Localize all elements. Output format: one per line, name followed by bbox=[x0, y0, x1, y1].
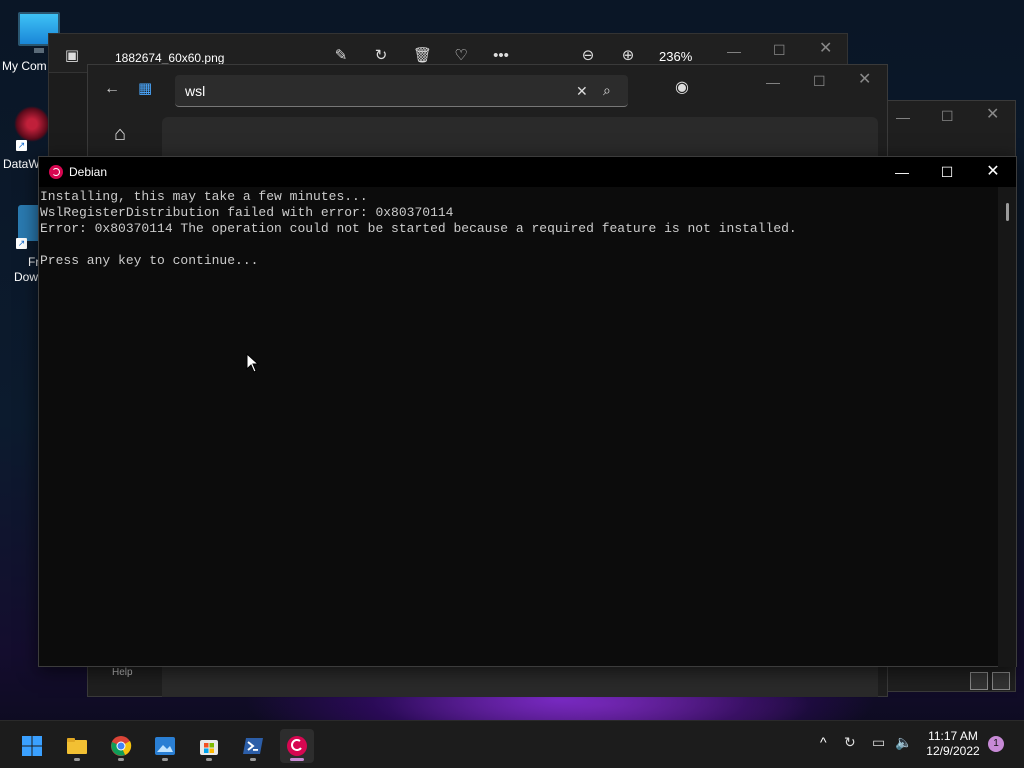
maximize-icon[interactable]: ☐ bbox=[773, 43, 786, 57]
close-icon[interactable]: ✕ bbox=[985, 164, 1001, 180]
taskbar-debian[interactable] bbox=[280, 729, 314, 763]
system-clock[interactable]: 11:17 AM 12/9/2022 bbox=[918, 729, 988, 759]
sync-icon[interactable]: ↻ bbox=[844, 734, 856, 751]
more-icon[interactable]: ••• bbox=[493, 48, 509, 64]
file-explorer-icon bbox=[67, 738, 87, 754]
clock-date: 12/9/2022 bbox=[926, 744, 980, 758]
clear-search-icon[interactable]: ✕ bbox=[576, 84, 588, 98]
console-line: WslRegisterDistribution failed with erro… bbox=[40, 205, 454, 220]
store-icon bbox=[200, 740, 218, 755]
minimize-icon[interactable]: — bbox=[896, 110, 910, 124]
list-view-icon[interactable] bbox=[970, 672, 988, 690]
close-icon[interactable]: ✕ bbox=[819, 41, 832, 57]
grid-view-icon[interactable] bbox=[992, 672, 1010, 690]
minimize-icon[interactable]: — bbox=[766, 75, 780, 89]
desktop-icon-label: Dow bbox=[14, 270, 39, 284]
console-line: Press any key to continue... bbox=[40, 253, 259, 268]
desktop-icon-label: DataW bbox=[3, 157, 40, 171]
minimize-icon[interactable]: — bbox=[894, 164, 910, 180]
console-line: Error: 0x80370114 The operation could no… bbox=[40, 221, 797, 236]
console-title-bar[interactable]: Debian — ☐ ✕ bbox=[39, 157, 1016, 187]
show-hidden-icons-icon[interactable]: ^ bbox=[820, 734, 827, 750]
search-input[interactable]: wsl bbox=[185, 83, 205, 99]
chrome-icon bbox=[111, 736, 132, 756]
photos-filename: 1882674_60x60.png bbox=[115, 51, 225, 65]
debian-logo-icon bbox=[49, 165, 63, 179]
running-indicator bbox=[250, 758, 256, 761]
home-icon[interactable]: ⌂ bbox=[114, 124, 126, 144]
running-indicator bbox=[290, 758, 304, 761]
console-output[interactable]: Installing, this may take a few minutes.… bbox=[40, 189, 998, 269]
running-indicator bbox=[118, 758, 124, 761]
taskbar-photos[interactable] bbox=[148, 729, 182, 763]
running-indicator bbox=[74, 758, 80, 761]
store-app-icon: ▦ bbox=[138, 80, 153, 97]
taskbar-powershell[interactable] bbox=[236, 729, 270, 763]
running-indicator bbox=[162, 758, 168, 761]
maximize-icon[interactable]: ☐ bbox=[939, 164, 955, 180]
favorite-icon[interactable]: ♡ bbox=[453, 48, 469, 64]
start-icon bbox=[22, 736, 42, 756]
close-icon[interactable]: ✕ bbox=[858, 72, 871, 88]
maximize-icon[interactable]: ☐ bbox=[813, 74, 826, 88]
volume-icon[interactable]: 🔈 bbox=[895, 734, 912, 751]
search-box[interactable]: wsl ✕ ⌕ bbox=[175, 75, 628, 107]
shortcut-arrow-icon: ↗ bbox=[16, 238, 27, 249]
taskbar bbox=[0, 720, 1024, 768]
help-link[interactable]: Help bbox=[112, 667, 133, 678]
account-icon[interactable]: ◉ bbox=[675, 80, 689, 96]
zoom-in-icon[interactable]: ⊕ bbox=[620, 48, 636, 64]
search-icon[interactable]: ⌕ bbox=[603, 83, 611, 97]
shortcut-arrow-icon: ↗ bbox=[16, 140, 27, 151]
window-title: Debian bbox=[69, 165, 108, 179]
photos-app-icon: ▣ bbox=[64, 47, 80, 64]
edit-icon[interactable]: ✎ bbox=[333, 48, 349, 64]
zoom-level: 236% bbox=[659, 49, 693, 64]
running-indicator bbox=[206, 758, 212, 761]
close-icon[interactable]: ✕ bbox=[986, 107, 999, 123]
debian-console-window[interactable]: Debian — ☐ ✕ Installing, this may take a… bbox=[38, 156, 1017, 667]
store-bottom-panel bbox=[162, 665, 878, 697]
photos-icon bbox=[155, 737, 175, 755]
taskbar-chrome[interactable] bbox=[104, 729, 138, 763]
minimize-icon[interactable]: — bbox=[727, 44, 741, 58]
desktop-icon-label: My Com bbox=[2, 59, 47, 73]
back-icon[interactable]: ← bbox=[104, 81, 120, 97]
taskbar-store[interactable] bbox=[192, 729, 226, 763]
console-scrollbar[interactable] bbox=[998, 187, 1016, 667]
start-button[interactable] bbox=[15, 729, 49, 763]
scrollbar-thumb[interactable] bbox=[1006, 203, 1009, 221]
clock-time: 11:17 AM bbox=[928, 729, 978, 743]
zoom-out-icon[interactable]: ⊖ bbox=[580, 48, 596, 64]
delete-icon[interactable]: 🗑 bbox=[413, 48, 432, 64]
debian-icon bbox=[287, 736, 307, 756]
powershell-icon bbox=[243, 738, 263, 754]
datawrapper-icon[interactable] bbox=[14, 106, 50, 142]
notification-badge[interactable]: 1 bbox=[988, 736, 1004, 752]
network-icon[interactable]: ▭ bbox=[872, 734, 885, 751]
taskbar-file-explorer[interactable] bbox=[60, 729, 94, 763]
rotate-icon[interactable]: ↻ bbox=[373, 48, 389, 64]
maximize-icon[interactable]: ☐ bbox=[941, 109, 954, 123]
console-line: Installing, this may take a few minutes.… bbox=[40, 189, 368, 204]
